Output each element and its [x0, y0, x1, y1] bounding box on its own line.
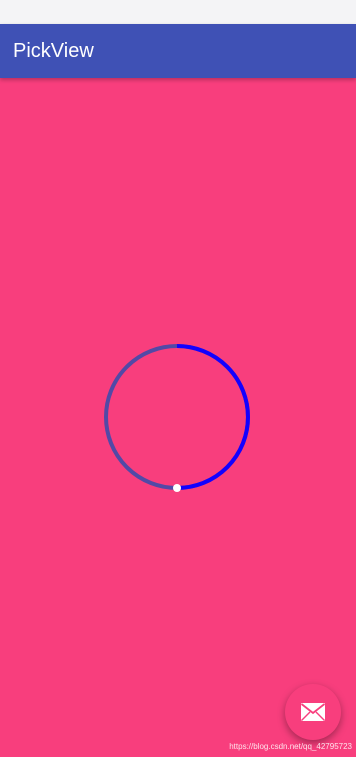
app-title: PickView	[13, 40, 94, 62]
mail-icon	[300, 703, 326, 721]
progress-arc	[176, 344, 250, 490]
mail-fab-button[interactable]	[285, 684, 341, 740]
progress-thumb[interactable]	[173, 484, 181, 492]
watermark-text: https://blog.csdn.net/qq_42795723	[229, 742, 352, 751]
circular-progress-slider[interactable]	[97, 337, 257, 497]
status-bar	[0, 0, 356, 24]
app-bar: PickView	[0, 24, 356, 78]
